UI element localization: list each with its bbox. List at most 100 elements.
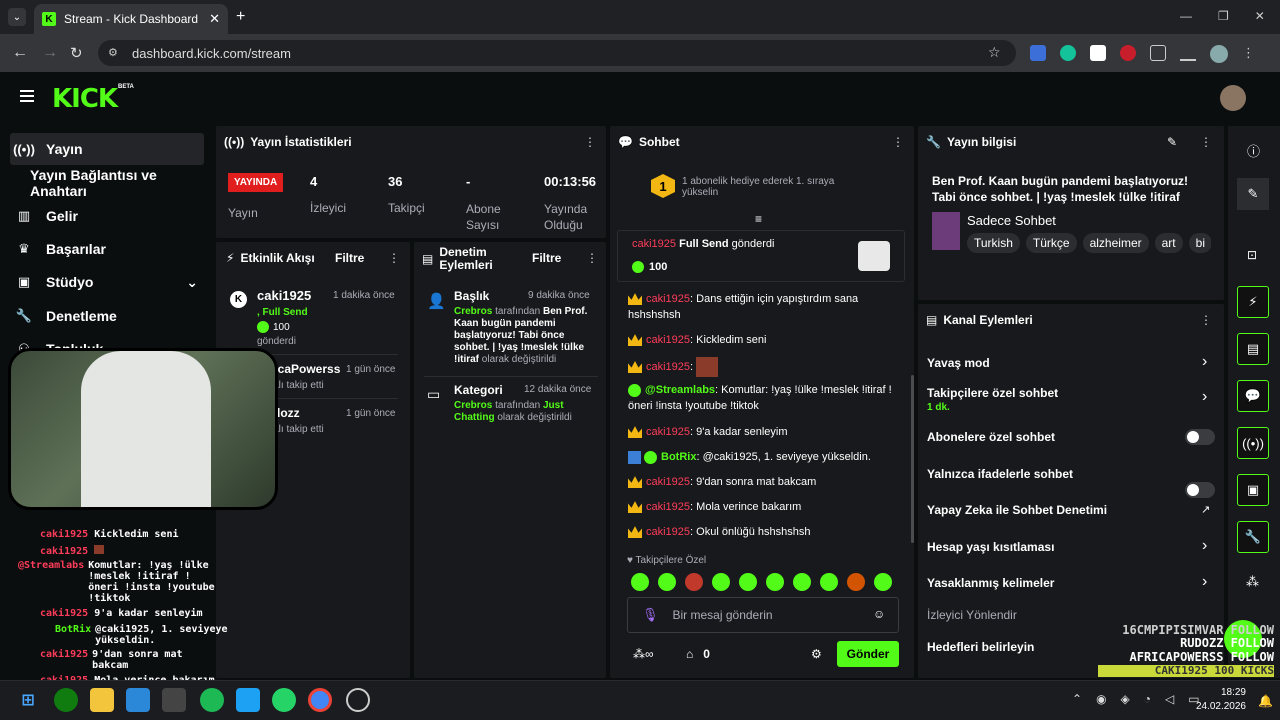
banned-words[interactable]: Yasaklanmış kelimeler xyxy=(927,576,1054,590)
emote[interactable] xyxy=(658,573,676,591)
tray-app-icon[interactable]: ◈ xyxy=(1121,692,1130,706)
windows-start-icon[interactable]: ⊞ xyxy=(16,688,40,712)
kick-logo[interactable]: KICK xyxy=(52,84,118,114)
wifi-icon[interactable]: ◔ xyxy=(1144,692,1151,706)
tray-chevron-icon[interactable]: ⌃ xyxy=(1072,692,1082,706)
emote[interactable] xyxy=(712,573,730,591)
store-counter[interactable]: ⌂ 0 xyxy=(686,647,710,661)
hamburger-menu-icon[interactable] xyxy=(20,90,34,102)
translate-extension-icon[interactable] xyxy=(1030,45,1046,61)
chrome-icon[interactable] xyxy=(308,688,332,712)
external-link-icon[interactable]: ↗ xyxy=(1201,503,1210,516)
chat-settings-icon[interactable]: ⚙ xyxy=(811,647,822,661)
followers-only-chat[interactable]: Takipçilere özel sohbet xyxy=(927,386,1058,400)
screenshot-icon[interactable]: ⊡ xyxy=(1247,248,1257,262)
chat-user[interactable]: caki1925 xyxy=(646,476,690,488)
whatsapp-icon[interactable] xyxy=(272,688,296,712)
new-tab-icon[interactable]: + xyxy=(236,8,245,26)
activity-filter-button[interactable]: Filtre xyxy=(335,251,364,265)
rail-bolt-icon[interactable]: ⚡ xyxy=(1237,286,1269,318)
emote[interactable] xyxy=(739,573,757,591)
bookmark-star-icon[interactable]: ☆ xyxy=(988,44,1001,61)
browser-menu-icon[interactable]: ⋮ xyxy=(1242,45,1255,63)
tab-search-icon[interactable]: ⌄ xyxy=(8,8,26,26)
chat-user[interactable]: caki1925 xyxy=(646,501,690,513)
ai-moderation[interactable]: Yapay Zeka ile Sohbet Denetimi xyxy=(927,503,1107,517)
puzzle-extensions-icon[interactable] xyxy=(1150,45,1166,61)
chat-user[interactable]: caki1925 xyxy=(646,361,690,373)
viewer-redirect[interactable]: İzleyici Yönlendir xyxy=(927,608,1017,622)
emote[interactable] xyxy=(820,573,838,591)
tag[interactable]: alzheimer xyxy=(1082,233,1149,253)
emote[interactable] xyxy=(766,573,784,591)
edit-icon[interactable]: ✎ xyxy=(1167,135,1177,149)
app-icon[interactable] xyxy=(162,688,186,712)
chat-user[interactable]: caki1925 xyxy=(646,526,690,538)
moderation-menu-icon[interactable]: ⋮ xyxy=(586,251,598,265)
account-age[interactable]: Hesap yaşı kısıtlaması xyxy=(927,540,1054,554)
notification-bell-icon[interactable]: 🔔 xyxy=(1258,694,1273,708)
nav-item-gelir[interactable]: ▥ Gelir xyxy=(10,200,204,232)
grammarly-extension-icon[interactable] xyxy=(1060,45,1076,61)
tag[interactable]: art xyxy=(1154,233,1183,253)
nav-item-basarilar[interactable]: ♛ Başarılar xyxy=(10,233,204,265)
info-menu-icon[interactable]: ⋮ xyxy=(1200,135,1212,149)
chat-user[interactable]: @Streamlabs xyxy=(645,384,715,396)
slow-mode[interactable]: Yavaş mod xyxy=(927,356,990,370)
nav-item-yayin[interactable]: ((•)) Yayın xyxy=(10,133,204,165)
browser-tab[interactable]: K Stream - Kick Dashboard ✕ xyxy=(34,4,228,34)
pinned-user[interactable]: caki1925 xyxy=(632,238,676,250)
store-icon[interactable] xyxy=(126,688,150,712)
nav-item-studyo[interactable]: ▣ Stüdyo ⌄ xyxy=(10,266,204,298)
kick-points-icon[interactable]: ⁂∞ xyxy=(633,647,654,661)
emote[interactable] xyxy=(793,573,811,591)
site-info-icon[interactable]: ⚙ xyxy=(108,46,118,59)
tag[interactable]: bi xyxy=(1188,233,1211,253)
emote[interactable] xyxy=(847,573,865,591)
rail-broadcast-icon[interactable]: ((•)) xyxy=(1237,427,1269,459)
twitter-icon[interactable] xyxy=(236,688,260,712)
rail-wrench-icon[interactable]: 🔧 xyxy=(1237,521,1269,553)
tag[interactable]: Türkçe xyxy=(1025,233,1077,253)
stats-menu-icon[interactable]: ⋮ xyxy=(584,135,596,149)
tray-app-icon[interactable]: ◉ xyxy=(1096,692,1106,706)
forward-icon[interactable]: → xyxy=(42,44,58,62)
subs-only-toggle[interactable] xyxy=(1185,429,1215,445)
volume-icon[interactable]: ◁ xyxy=(1165,692,1174,706)
microphone-icon[interactable]: 🎙 xyxy=(642,607,659,623)
chevron-right-icon[interactable]: › xyxy=(1202,537,1207,555)
media-control-icon[interactable] xyxy=(1180,45,1196,61)
extension-icon[interactable] xyxy=(1090,45,1106,61)
chat-user[interactable]: caki1925 xyxy=(646,293,690,305)
emote[interactable] xyxy=(685,573,703,591)
back-icon[interactable]: ← xyxy=(12,44,28,62)
chat-menu-icon[interactable]: ⋮ xyxy=(892,135,904,149)
emote[interactable] xyxy=(874,573,892,591)
nav-item-denetleme[interactable]: 🔧 Denetleme xyxy=(10,300,204,332)
category-name[interactable]: Sadece Sohbet xyxy=(967,213,1056,228)
url-input[interactable]: dashboard.kick.com/stream xyxy=(98,40,1016,66)
chat-user[interactable]: caki1925 xyxy=(646,426,690,438)
category-thumbnail[interactable] xyxy=(932,212,960,250)
rail-points-icon[interactable]: ⁂ xyxy=(1246,574,1259,590)
file-explorer-icon[interactable] xyxy=(90,688,114,712)
tag[interactable]: Turkish xyxy=(967,233,1020,253)
reload-icon[interactable]: ↻ xyxy=(70,44,83,62)
chat-user[interactable]: caki1925 xyxy=(646,334,690,346)
moderation-filter-button[interactable]: Filtre xyxy=(532,251,561,265)
chevron-right-icon[interactable]: › xyxy=(1202,573,1207,591)
rail-layout-icon[interactable]: ▣ xyxy=(1237,474,1269,506)
user-avatar[interactable] xyxy=(1220,85,1246,111)
emoji-icon[interactable]: ☺ xyxy=(873,607,885,621)
chevron-right-icon[interactable]: › xyxy=(1202,388,1207,406)
close-tab-icon[interactable]: ✕ xyxy=(209,11,220,27)
chat-user[interactable]: BotRix xyxy=(661,451,696,463)
minimize-icon[interactable]: — xyxy=(1180,9,1192,23)
xbox-icon[interactable] xyxy=(54,688,78,712)
channel-menu-icon[interactable]: ⋮ xyxy=(1200,313,1212,327)
activity-menu-icon[interactable]: ⋮ xyxy=(388,251,400,265)
info-icon[interactable]: ⓘ xyxy=(1247,141,1260,160)
maximize-icon[interactable]: ❐ xyxy=(1218,9,1229,23)
record-extension-icon[interactable] xyxy=(1120,45,1136,61)
edit-pencil-icon[interactable]: ✎ xyxy=(1237,178,1269,210)
